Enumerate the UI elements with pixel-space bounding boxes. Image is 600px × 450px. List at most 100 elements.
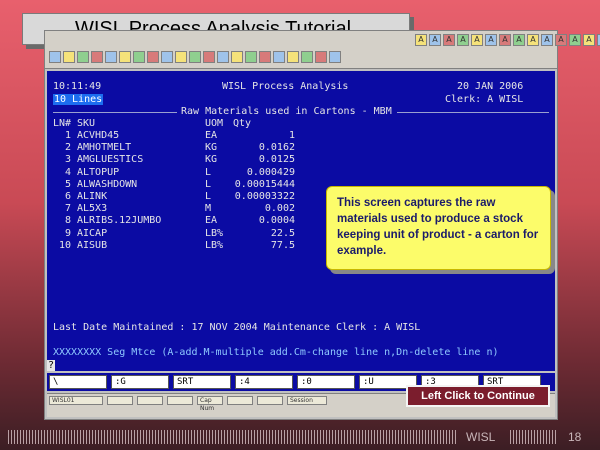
toolbar-button[interactable]: A (583, 34, 595, 46)
status-cell (107, 396, 133, 405)
toolbar-button[interactable] (105, 51, 117, 63)
row-sku: ALWASHDOWN (77, 178, 138, 190)
toolbar-button[interactable]: A (527, 34, 539, 46)
column-header-sku: SKU (77, 118, 96, 129)
toolbar-button[interactable] (315, 51, 327, 63)
status-cell (137, 396, 163, 405)
toolbar-button[interactable] (63, 51, 75, 63)
row-qty: 0.00003322 (234, 191, 295, 202)
toolbar-button[interactable]: A (499, 34, 511, 46)
toolbar-button[interactable]: A (457, 34, 469, 46)
toolbar-button[interactable]: A (415, 34, 427, 46)
maintenance-info: Last Date Maintained : 17 NOV 2004 Maint… (53, 322, 421, 333)
row-line-number: 1 (64, 130, 71, 141)
toolbar-button[interactable] (217, 51, 229, 63)
terminal-time: 10:11:49 (53, 81, 102, 92)
status-cell: Session (287, 396, 327, 405)
row-qty: 77.5 (270, 239, 295, 251)
toolbar-button[interactable]: A (485, 34, 497, 46)
toolbar-button[interactable] (77, 51, 89, 63)
toolbar-button[interactable] (175, 51, 187, 63)
toolbar-row-top: AAAAAAAAAAAAAAA (415, 34, 600, 46)
toolbar-button[interactable] (259, 51, 271, 63)
row-sku: ACVHD45 (77, 130, 120, 141)
row-uom: L (205, 191, 212, 202)
explanation-callout: This screen captures the raw materials u… (326, 186, 551, 270)
function-key-field[interactable]: :4 (235, 375, 293, 389)
toolbar-button[interactable]: A (513, 34, 525, 46)
toolbar-button[interactable]: A (541, 34, 553, 46)
terminal-app-title: WISL Process Analysis (222, 81, 349, 92)
status-cell (167, 396, 193, 405)
command-help: XXXXXXXX Seg Mtce (A-add.M-multiple add.… (53, 347, 499, 358)
status-cell: WISL01 (49, 396, 103, 405)
lines-count-label: 10 Lines (53, 94, 104, 105)
toolbar-button[interactable] (133, 51, 145, 63)
footer-brand: WISL (466, 430, 496, 444)
row-line-number: 3 (64, 154, 71, 166)
function-key-field[interactable]: \ (49, 375, 107, 389)
row-line-number: 10 (58, 239, 71, 251)
row-uom: L (205, 166, 212, 178)
column-header-qty: Qty (233, 118, 252, 129)
toolbar-button[interactable]: A (471, 34, 483, 46)
toolbar-button[interactable] (287, 51, 299, 63)
toolbar-button[interactable] (119, 51, 131, 63)
toolbar-button[interactable] (49, 51, 61, 63)
status-cell (227, 396, 253, 405)
row-sku: ALINK (77, 191, 108, 202)
toolbar-button[interactable] (189, 51, 201, 63)
section-title: Raw Materials used in Cartons - MBM (181, 106, 392, 117)
toolbar-button[interactable] (91, 51, 103, 63)
row-qty: 22.5 (270, 227, 295, 239)
page-number: 18 (568, 430, 582, 444)
toolbar-button[interactable] (245, 51, 257, 63)
footer-decoration-right (510, 430, 558, 444)
row-line-number: 8 (64, 215, 71, 227)
toolbar-button[interactable]: A (429, 34, 441, 46)
function-key-field[interactable]: :G (111, 375, 169, 389)
row-sku: ALRIBS.12JUMBO (77, 215, 162, 227)
row-qty: 1 (288, 130, 295, 141)
continue-button[interactable]: Left Click to Continue (406, 385, 550, 407)
row-line-number: 6 (64, 191, 71, 202)
status-cell (257, 396, 283, 405)
toolbar-button[interactable] (273, 51, 285, 63)
status-cell: Cap Num (197, 396, 223, 412)
toolbar-button[interactable] (329, 51, 341, 63)
row-qty: 0.0162 (258, 142, 295, 154)
toolbar-button[interactable] (301, 51, 313, 63)
toolbar: AAAAAAAAAAAAAAA (45, 31, 600, 69)
section-divider-left (53, 112, 177, 113)
row-sku: AL5X3 (77, 203, 108, 215)
toolbar-button[interactable] (203, 51, 215, 63)
row-qty: 0.0004 (258, 215, 295, 227)
toolbar-button[interactable]: A (443, 34, 455, 46)
command-prompt[interactable]: ? (47, 360, 56, 371)
row-qty: 0.0125 (258, 154, 295, 166)
toolbar-button[interactable]: A (569, 34, 581, 46)
function-key-field[interactable]: SRT (173, 375, 231, 389)
column-header-uom: UOM (205, 118, 224, 129)
toolbar-button[interactable] (231, 51, 243, 63)
row-line-number: 2 (64, 142, 71, 154)
row-line-number: 7 (64, 203, 71, 215)
toolbar-button[interactable]: A (555, 34, 567, 46)
terminal-date: 20 JAN 2006 (457, 81, 524, 92)
row-line-number: 9 (64, 227, 71, 239)
row-qty: 0.00015444 (234, 178, 295, 190)
row-sku: AMHOTMELT (77, 142, 132, 154)
row-line-number: 4 (64, 166, 71, 178)
toolbar-button[interactable] (147, 51, 159, 63)
row-sku: ALTOPUP (77, 166, 120, 178)
row-line-number: 5 (64, 178, 71, 190)
row-uom: M (205, 203, 212, 215)
function-key-field[interactable]: :0 (297, 375, 355, 389)
terminal-clerk: Clerk: A WISL (445, 94, 524, 105)
toolbar-button[interactable] (161, 51, 173, 63)
footer-decoration-left (8, 430, 458, 444)
row-uom: L (205, 178, 212, 190)
row-sku: AISUB (77, 239, 108, 251)
row-sku: AMGLUESTICS (77, 154, 144, 166)
row-sku: AICAP (77, 227, 108, 239)
